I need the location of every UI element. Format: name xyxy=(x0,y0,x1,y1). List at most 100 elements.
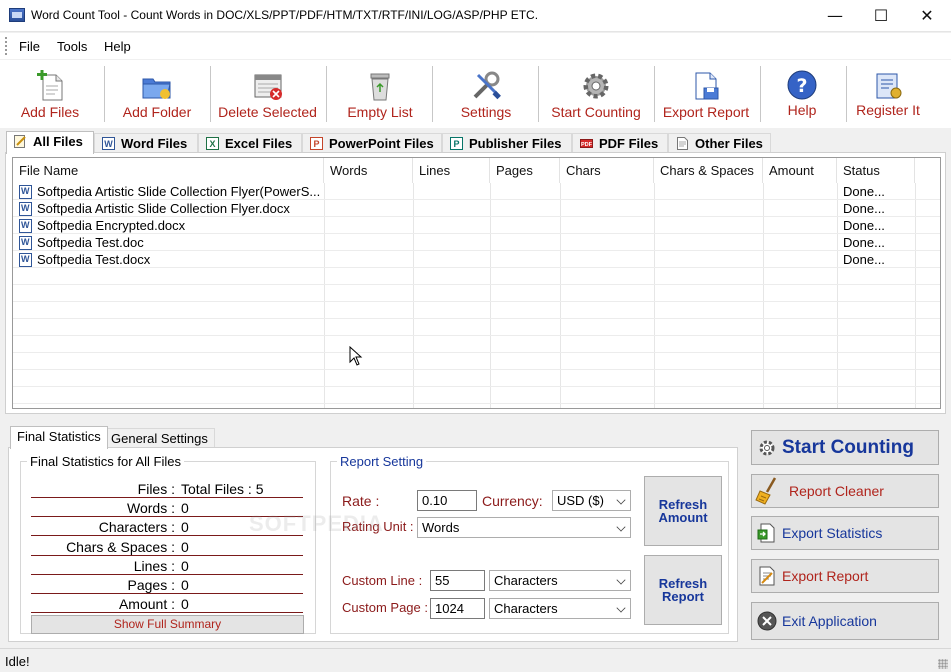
toolbar-separator xyxy=(760,66,761,122)
refresh-amount-button[interactable]: Refresh Amount xyxy=(644,476,722,546)
start-counting-label: Start Counting xyxy=(551,104,641,120)
register-icon xyxy=(876,73,902,99)
table-row[interactable] xyxy=(13,387,940,404)
tab-publisher-files[interactable]: P Publisher Files xyxy=(442,133,572,153)
tab-pdf-files[interactable]: PDF PDF Files xyxy=(572,133,668,153)
tab-publisher-files-label: Publisher Files xyxy=(469,136,562,151)
status-bar: Idle! xyxy=(0,648,951,672)
refresh-report-button[interactable]: Refresh Report xyxy=(644,555,722,625)
tools-icon xyxy=(473,71,501,100)
delete-selected-button[interactable]: Delete Selected xyxy=(214,62,321,126)
custom-line-input[interactable]: 55 xyxy=(430,570,485,591)
table-row[interactable] xyxy=(13,370,940,387)
menu-grip xyxy=(5,37,8,55)
table-row[interactable] xyxy=(13,353,940,370)
show-full-summary-button[interactable]: Show Full Summary xyxy=(31,615,304,634)
pencil-doc-icon xyxy=(14,135,26,148)
toolbar-separator xyxy=(210,66,211,122)
table-row[interactable] xyxy=(13,302,940,319)
register-button[interactable]: Register It xyxy=(852,62,924,126)
export-report-label: Export Report xyxy=(782,568,869,584)
report-setting-group: Report Setting Rate : 0.10 Currency: USD… xyxy=(330,454,729,634)
custom-page-input[interactable]: 1024 xyxy=(430,598,485,619)
table-row[interactable]: Softpedia Test.doc Done... xyxy=(13,234,940,251)
tab-word-files[interactable]: W Word Files xyxy=(94,133,198,153)
powerpoint-icon: P xyxy=(310,137,323,150)
table-row[interactable]: Softpedia Artistic Slide Collection Flye… xyxy=(13,183,940,200)
custom-page-unit-select[interactable]: Characters xyxy=(489,598,631,619)
resize-grip[interactable] xyxy=(938,659,948,669)
column-header-pages[interactable]: Pages xyxy=(490,158,560,183)
column-header-amount[interactable]: Amount xyxy=(763,158,837,183)
word-document-icon xyxy=(19,202,32,216)
toolbar-separator xyxy=(326,66,327,122)
export-statistics-button[interactable]: Export Statistics xyxy=(751,516,939,550)
tab-powerpoint-files[interactable]: P PowerPoint Files xyxy=(302,133,442,153)
minimize-button[interactable]: — xyxy=(812,0,858,31)
empty-list-label: Empty List xyxy=(347,104,413,120)
column-header-chars-spaces[interactable]: Chars & Spaces xyxy=(654,158,763,183)
tab-excel-files-label: Excel Files xyxy=(225,136,293,151)
start-counting-button[interactable]: Start Counting xyxy=(751,430,939,465)
maximize-button[interactable]: ☐ xyxy=(858,0,904,31)
table-row[interactable]: Softpedia Encrypted.docx Done... xyxy=(13,217,940,234)
close-button[interactable]: ✕ xyxy=(904,0,950,31)
export-report-toolbar-button[interactable]: Export Report xyxy=(660,62,752,126)
stat-value: 0 xyxy=(181,519,189,536)
column-header-lines[interactable]: Lines xyxy=(413,158,490,183)
help-button[interactable]: ? Help xyxy=(772,62,832,126)
tab-all-files[interactable]: All Files xyxy=(6,131,94,154)
app-icon xyxy=(9,8,25,22)
column-header-chars[interactable]: Chars xyxy=(560,158,654,183)
tab-all-files-label: All Files xyxy=(33,134,83,149)
start-counting-toolbar-button[interactable]: Start Counting xyxy=(546,62,646,126)
custom-page-unit-value: Characters xyxy=(494,601,558,616)
rating-unit-value: Words xyxy=(422,520,460,535)
tab-excel-files[interactable]: X Excel Files xyxy=(198,133,302,153)
add-folder-button[interactable]: Add Folder xyxy=(114,62,200,126)
column-header-words[interactable]: Words xyxy=(324,158,413,183)
table-row[interactable]: Softpedia Artistic Slide Collection Flye… xyxy=(13,200,940,217)
rating-unit-select[interactable]: Words xyxy=(417,517,631,538)
delete-selected-label: Delete Selected xyxy=(218,104,317,120)
export-report-button[interactable]: Export Report xyxy=(751,559,939,593)
add-folder-label: Add Folder xyxy=(122,104,192,120)
add-files-button[interactable]: Add Files xyxy=(12,62,88,126)
file-name-cell: Softpedia Artistic Slide Collection Flye… xyxy=(17,184,320,199)
report-cleaner-button[interactable]: Report Cleaner xyxy=(751,474,939,508)
table-row[interactable] xyxy=(13,285,940,302)
table-row[interactable] xyxy=(13,336,940,353)
currency-select[interactable]: USD ($) xyxy=(552,490,631,511)
menu-help[interactable]: Help xyxy=(104,39,131,54)
tab-general-settings[interactable]: General Settings xyxy=(104,428,215,448)
stat-row: Lines : 0 xyxy=(31,556,303,575)
export-statistics-label: Export Statistics xyxy=(782,525,883,541)
file-grid[interactable]: File Name Words Lines Pages Chars Chars … xyxy=(12,157,941,409)
table-row[interactable]: Softpedia Test.docx Done... xyxy=(13,251,940,268)
toolbar-separator xyxy=(538,66,539,122)
softpedia-watermark: SOFTPEDIA xyxy=(249,511,384,536)
custom-line-unit-select[interactable]: Characters xyxy=(489,570,631,591)
stat-label: Characters : xyxy=(98,519,175,536)
export-report-label: Export Report xyxy=(662,104,750,120)
tab-other-files[interactable]: Other Files xyxy=(668,133,771,153)
menu-tools[interactable]: Tools xyxy=(57,39,87,54)
svg-text:P: P xyxy=(313,139,319,149)
column-header-status[interactable]: Status xyxy=(837,158,915,183)
status-cell: Done... xyxy=(843,252,885,267)
table-row[interactable] xyxy=(13,319,940,336)
status-cell: Done... xyxy=(843,218,885,233)
rate-input[interactable]: 0.10 xyxy=(417,490,477,511)
word-icon: W xyxy=(102,137,115,150)
column-header-file-name[interactable]: File Name xyxy=(13,158,324,183)
settings-button[interactable]: Settings xyxy=(446,62,526,126)
file-name-text: Softpedia Artistic Slide Collection Flye… xyxy=(37,201,290,216)
menu-file[interactable]: File xyxy=(19,39,40,54)
table-row[interactable] xyxy=(13,268,940,285)
empty-list-button[interactable]: Empty List xyxy=(338,62,422,126)
title-bar: Word Count Tool - Count Words in DOC/XLS… xyxy=(0,0,951,32)
start-counting-label: Start Counting xyxy=(782,436,914,458)
add-files-label: Add Files xyxy=(20,104,80,120)
tab-final-statistics[interactable]: Final Statistics xyxy=(10,426,108,449)
exit-application-button[interactable]: Exit Application xyxy=(751,602,939,640)
